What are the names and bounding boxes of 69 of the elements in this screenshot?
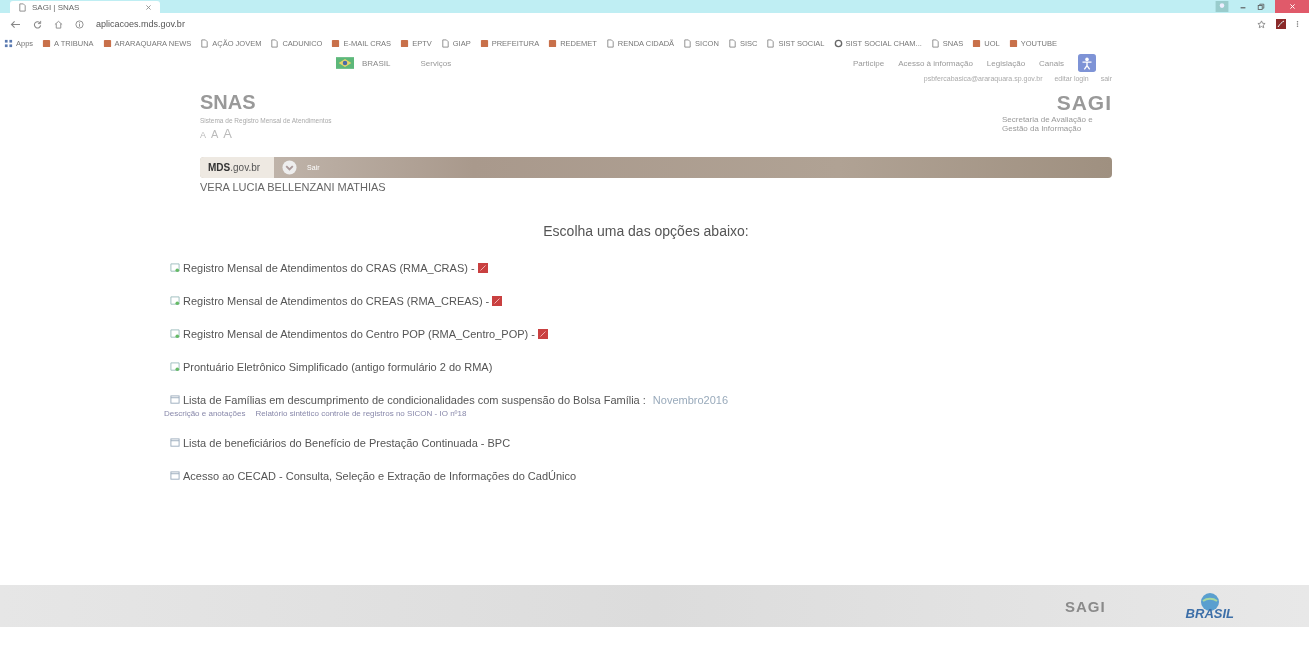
option-link[interactable]: Prontuário Eletrônico Simplificado (antigo formulário 2 do RMA) [183, 360, 493, 373]
site-icon [972, 38, 982, 48]
letter-g-icon [833, 38, 843, 48]
pdf-icon[interactable] [477, 262, 488, 273]
form-icon [170, 328, 180, 339]
site-icon [479, 38, 489, 48]
section-heading: Escolha uma das opções abaixo: [542, 223, 750, 241]
browser-tab[interactable]: SAGI | SNAS [10, 1, 160, 13]
star-icon[interactable] [1257, 19, 1266, 29]
window-icon [170, 470, 180, 481]
option-link[interactable]: Registro Mensal de Atendimentos do CRAS (RMA_CRAS) - [183, 261, 475, 274]
site-title: SNAS [200, 91, 257, 113]
pdf-icon[interactable] [492, 295, 503, 306]
site-icon [331, 38, 341, 48]
site-icon [1008, 38, 1018, 48]
info-icon [75, 19, 84, 29]
emblem-text: BRASIL [1185, 605, 1234, 621]
nav-link[interactable]: Canais [1039, 58, 1064, 68]
footer-logo-text: SAGI [1064, 597, 1106, 615]
grid-icon [4, 38, 13, 48]
page-icon [440, 38, 450, 48]
page-icon [200, 38, 210, 48]
option-link[interactable]: Lista de beneficiários do Benefício de Prestação Continuada - BPC [183, 436, 511, 449]
home-icon[interactable] [54, 19, 63, 29]
form-icon [170, 361, 180, 372]
back-icon[interactable] [10, 19, 21, 29]
reload-icon[interactable] [33, 19, 42, 29]
site-icon [42, 38, 52, 48]
page-icon [727, 38, 737, 48]
logo-text: SAGI [1056, 91, 1112, 115]
menu-icon[interactable] [1296, 19, 1299, 29]
tab-title: SAGI | SNAS [32, 2, 80, 12]
option-link[interactable]: Registro Mensal de Atendimentos do CREAS (RMA_CREAS) - [183, 294, 490, 307]
form-icon [170, 262, 180, 273]
pdf-icon[interactable] [537, 328, 548, 339]
page-icon [270, 38, 280, 48]
page-icon [605, 38, 615, 48]
page-icon [766, 38, 776, 48]
brasil-link[interactable]: BRASIL [336, 57, 391, 69]
pdf-icon[interactable] [1276, 19, 1286, 29]
page-icon [930, 38, 940, 48]
restore-icon[interactable] [1257, 2, 1265, 11]
accessibility-icon[interactable] [1078, 54, 1096, 72]
site-icon [548, 38, 558, 48]
close-icon [1288, 3, 1296, 10]
nav-link[interactable]: Participe [853, 58, 885, 68]
window-icon [170, 437, 180, 448]
option-link[interactable]: Acesso ao CECAD - Consulta, Seleção e Extração de Informações do CadÚnico [183, 469, 577, 482]
note-link[interactable]: Relatório sintético controle de registros no SICON - IO nº18 [255, 409, 467, 418]
site-icon [400, 38, 410, 48]
chevron-down-icon[interactable] [282, 160, 298, 175]
address-field[interactable]: aplicacoes.mds.gov.br [96, 19, 185, 29]
page-icon [683, 38, 693, 48]
form-icon [170, 295, 180, 306]
page-icon [18, 2, 27, 12]
user-name: VERA LUCIA BELLENZANI MATHIAS [200, 181, 387, 193]
option-link[interactable]: Registro Mensal de Atendimentos do Centro POP (RMA_Centro_POP) - [183, 327, 535, 340]
window-icon [170, 394, 180, 405]
option-link[interactable]: Lista de Famílias em descumprimento de condicionalidades com suspensão do Bolsa Família : [183, 393, 646, 406]
site-icon [102, 38, 112, 48]
home-link[interactable]: MDS.gov.br [200, 157, 275, 178]
nav-link[interactable]: Legislação [986, 58, 1026, 68]
close-icon[interactable] [145, 3, 152, 11]
logo-caption: Secretaria de Avaliação e Gestão da Informação [1002, 115, 1094, 133]
period-link[interactable]: Novembro2016 [652, 393, 729, 406]
note-link[interactable]: Descrição e anotações [164, 409, 246, 418]
nav-link[interactable]: Acesso à informação [898, 58, 973, 68]
flag-icon [336, 57, 354, 69]
services-link[interactable]: Serviços [420, 58, 452, 68]
